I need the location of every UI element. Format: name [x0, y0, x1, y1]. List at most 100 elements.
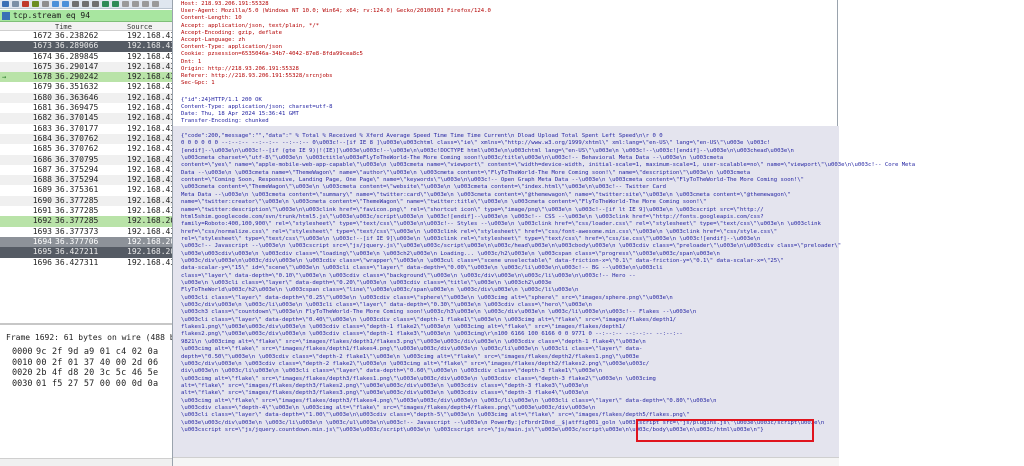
hex-offset: 0000	[12, 347, 33, 357]
response-body-line: 0 0 0 0 0 0 --:--:-- --:--:-- --:--:-- 0…	[181, 140, 771, 147]
packet-time: 36.370762	[55, 144, 99, 154]
response-body-line: div\u003e\n \u003c/li\u003e\n \u003cli c…	[181, 368, 602, 375]
packet-number: 1692	[32, 216, 52, 226]
packet-number: 1690	[32, 195, 52, 205]
packet-source: 192.168.43	[127, 113, 176, 123]
close-file-icon[interactable]	[22, 1, 29, 7]
response-body-line: \u003c!-- Javascript --\u003e\n \u003csc…	[181, 243, 842, 250]
go-forward-icon[interactable]	[62, 1, 69, 7]
hex-bytes: 00 2f 01 37 40 00 2d 06	[36, 357, 159, 368]
packet-number: 1675	[32, 61, 52, 71]
packet-source: 192.168.43	[127, 82, 176, 92]
column-header-source[interactable]: Source	[127, 23, 152, 31]
response-body-line: \u003cli class=\"layer\" data-depth=\"0.…	[181, 294, 673, 301]
packet-number: 1674	[32, 51, 52, 61]
hex-offset: 0030	[12, 378, 33, 389]
response-body-line: html5shim.googlecode.com/svn/trunk/html5…	[181, 213, 764, 220]
request-line: User-Agent: Mozilla/5.0 (Windows NT 10.0…	[181, 8, 491, 15]
packet-source: 192.168.43	[127, 185, 176, 195]
packet-number: 1682	[32, 113, 52, 123]
packet-source: 192.168.43	[127, 31, 176, 40]
request-line: Cookie: pzsession=6535046a-34b7-4042-87e…	[181, 51, 363, 58]
packet-source: 192.168.43	[127, 175, 176, 185]
dialog-bottom-bar	[173, 457, 839, 466]
hex-bytes: 2b 4f d8 20 3c 5c 46 5e	[36, 368, 159, 378]
request-line: Accept: application/json, text/plain, */…	[181, 22, 320, 29]
packet-number: 1691	[32, 206, 52, 216]
packet-number: 1673	[32, 41, 52, 51]
response-body-line: \u003cimg alt=\"flake\" src=\"images/fla…	[181, 375, 656, 382]
response-body-line: \u003ch3 class=\"countdown\"\u003e\n Fly…	[181, 309, 697, 316]
packet-list-right-area	[838, 0, 1024, 466]
packet-number: 1683	[32, 123, 52, 133]
packet-time: 36.370762	[55, 133, 99, 143]
open-icon[interactable]	[2, 1, 9, 7]
response-body-line: href=\"css/normalize.css\" rel=\"stylesh…	[181, 228, 778, 235]
packet-time: 36.369475	[55, 103, 99, 113]
find-icon[interactable]	[42, 1, 49, 7]
response-body-line: Data --\u003e\n \u003cmeta name=\"ThemeW…	[181, 169, 751, 176]
response-body-line: [endif]--\u003e\n\u003c!--[if (gte IE 9)…	[181, 147, 794, 154]
packet-source: 192.168.43	[127, 92, 176, 102]
packet-time: 36.370177	[55, 123, 99, 133]
response-header-line: Date: Thu, 18 Apr 2024 15:36:41 GMT	[181, 111, 299, 117]
response-header-line: Content-Type: application/json; charset=…	[181, 104, 333, 110]
zoom-in-icon[interactable]	[122, 1, 129, 7]
packet-number: 1695	[32, 247, 52, 257]
packet-time: 36.370145	[55, 113, 99, 123]
packet-source: 192.168.43	[127, 61, 176, 71]
highlight-box	[636, 419, 814, 442]
packet-time: 36.377285	[55, 216, 99, 226]
related-packet-arrow-icon: →	[2, 73, 7, 82]
packet-source: 192.168.43	[127, 195, 176, 205]
packet-number: 1684	[32, 133, 52, 143]
last-packet-icon[interactable]	[92, 1, 99, 7]
packet-number: 1679	[32, 82, 52, 92]
packet-time: 36.375294	[55, 164, 99, 174]
resize-columns-icon[interactable]	[152, 1, 159, 7]
bookmark-icon[interactable]	[2, 12, 10, 20]
packet-source: 192.168.43	[127, 103, 176, 113]
packet-number: 1685	[32, 144, 52, 154]
response-body-line: \u003cli class=\"layer\" data-depth=\"0.…	[181, 316, 677, 323]
jump-icon[interactable]	[72, 1, 79, 7]
response-body-line: \u003e\u003cdiv\u003e\n \u003cdiv class=…	[181, 250, 720, 257]
save-icon[interactable]	[12, 1, 19, 7]
response-body-line: depth=\"0.50\"\u003e\n \u003cdiv class=\…	[181, 353, 640, 360]
response-body-line: alt=\"flake\" src=\"images/flakes/depth3…	[181, 382, 589, 389]
frame-summary[interactable]: Frame 1692: 61 bytes on wire (488 bi	[6, 333, 179, 342]
packet-source: 192.168.43	[127, 41, 176, 51]
screen: tcp.stream eq 94 Time Source 1672 36.2382…	[0, 0, 1024, 466]
response-body-line: \u003cmeta charset=\"utf-8\"\u003e\n \u0…	[181, 155, 724, 162]
response-body-line: \u003c/div\u003e\n\u003c/div\u003e\n \u0…	[181, 257, 784, 264]
packet-time: 36.290147	[55, 61, 99, 71]
follow-tcp-stream-dialog: Host: 218.93.206.191:55328 User-Agent: Mo…	[172, 0, 915, 466]
colorize-icon[interactable]	[112, 1, 119, 7]
packet-number: 1680	[32, 92, 52, 102]
go-back-icon[interactable]	[52, 1, 59, 7]
packet-source: 192.168.43	[127, 123, 176, 133]
response-body-line: rel=\"stylesheet\" type=\"text/css\"\u00…	[181, 235, 761, 242]
first-packet-icon[interactable]	[82, 1, 89, 7]
normal-size-icon[interactable]	[142, 1, 149, 7]
reload-icon[interactable]	[32, 1, 39, 7]
packet-time: 36.377706	[55, 236, 99, 246]
packet-time: 36.363646	[55, 92, 99, 102]
packet-source: 192.168.43	[127, 51, 176, 61]
packet-time: 36.377373	[55, 226, 99, 236]
zoom-out-icon[interactable]	[132, 1, 139, 7]
request-line: Content-Type: application/json	[181, 44, 283, 51]
column-header-time[interactable]: Time	[55, 23, 72, 31]
hex-offset: 0020	[12, 368, 33, 378]
packet-number: 1696	[32, 257, 52, 267]
response-body-line: name=\"twitter:creator\"\u003e\n \u003cm…	[181, 199, 707, 206]
response-body-line: content=\"yes\" name=\"apple-mobile-web-…	[181, 162, 916, 169]
packet-time: 36.289066	[55, 41, 99, 51]
response-body-line: \u003cimg alt=\"flake\" src=\"images/fla…	[181, 397, 717, 404]
packet-number: 1693	[32, 226, 52, 236]
autoscroll-icon[interactable]	[102, 1, 109, 7]
display-filter-input[interactable]: tcp.stream eq 94	[13, 11, 90, 20]
response-body-line: Meta Data --\u003e\n \u003cmeta content=…	[181, 191, 791, 198]
packet-number: 1686	[32, 154, 52, 164]
request-line: Content-Length: 10	[181, 15, 242, 22]
